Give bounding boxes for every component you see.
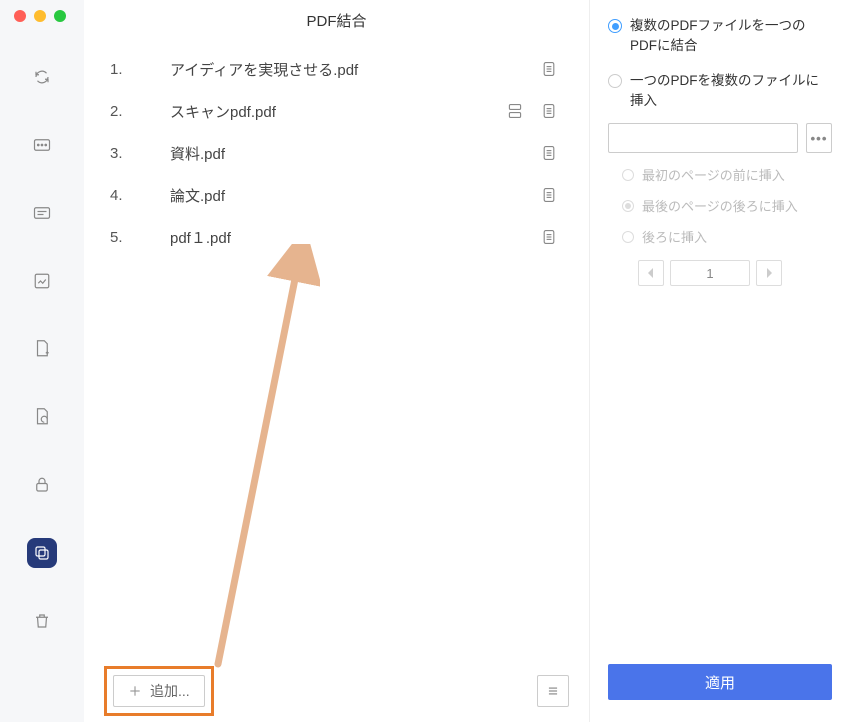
plus-icon xyxy=(128,684,142,698)
insert-before-radio[interactable]: 最初のページの前に挿入 xyxy=(608,165,832,184)
file-row[interactable]: 1. アイディアを実現させる.pdf xyxy=(104,48,569,90)
page-prev-button[interactable] xyxy=(638,260,664,286)
file-name: pdf１.pdf xyxy=(154,227,539,248)
mode-merge-radio[interactable]: 複数のPDFファイルを一つのPDFに結合 xyxy=(608,16,832,57)
radio-off-icon xyxy=(622,231,634,243)
sidebar-item-refresh[interactable] xyxy=(27,62,57,92)
sidebar-item-merge[interactable] xyxy=(27,538,57,568)
sidebar-item-ocr[interactable] xyxy=(27,130,57,160)
file-name: 資料.pdf xyxy=(154,143,539,164)
split-button[interactable] xyxy=(505,101,525,121)
radio-on-icon xyxy=(622,200,634,212)
text-icon xyxy=(33,206,51,220)
page-range-icon xyxy=(542,61,556,77)
add-button-label: 追加... xyxy=(150,681,190,701)
main-area: PDF結合 1. アイディアを実現させる.pdf 2. スキャンpdf.pdf xyxy=(84,0,590,722)
sidebar-item-text[interactable] xyxy=(27,198,57,228)
insert-after-radio[interactable]: 最後のページの後ろに挿入 xyxy=(608,196,832,215)
page-rotate-icon xyxy=(33,407,51,427)
radio-off-icon xyxy=(608,74,622,88)
insert-before-label: 最初のページの前に挿入 xyxy=(642,165,785,184)
file-name: スキャンpdf.pdf xyxy=(154,101,505,122)
chevron-right-icon xyxy=(765,268,773,278)
close-window-icon[interactable] xyxy=(14,10,26,22)
main-footer: 追加... xyxy=(84,660,589,722)
mode-merge-label: 複数のPDFファイルを一つのPDFに結合 xyxy=(630,16,832,57)
file-row[interactable]: 5. pdf１.pdf xyxy=(104,216,569,258)
page-range-icon xyxy=(542,103,556,119)
insert-after-label: 最後のページの後ろに挿入 xyxy=(642,196,798,215)
page-title: PDF結合 xyxy=(84,0,589,40)
file-number: 5. xyxy=(104,229,154,246)
list-menu-button[interactable] xyxy=(537,675,569,707)
page-range-icon xyxy=(542,145,556,161)
file-row[interactable]: 2. スキャンpdf.pdf xyxy=(104,90,569,132)
options-panel: 複数のPDFファイルを一つのPDFに結合 一つのPDFを複数のファイルに挿入 •… xyxy=(590,0,850,722)
file-row[interactable]: 3. 資料.pdf xyxy=(104,132,569,174)
radio-on-icon xyxy=(608,19,622,33)
page-number-input[interactable] xyxy=(670,260,750,286)
sidebar-item-page-rotate[interactable] xyxy=(27,402,57,432)
page-range-button[interactable] xyxy=(539,59,559,79)
page-range-button[interactable] xyxy=(539,143,559,163)
mode-insert-radio[interactable]: 一つのPDFを複数のファイルに挿入 xyxy=(608,71,832,112)
file-number: 3. xyxy=(104,145,154,162)
copy-icon xyxy=(33,544,51,562)
maximize-window-icon[interactable] xyxy=(54,10,66,22)
mode-insert-label: 一つのPDFを複数のファイルに挿入 xyxy=(630,71,832,112)
file-name: アイディアを実現させる.pdf xyxy=(154,59,539,80)
image-icon xyxy=(33,272,51,290)
page-range-button[interactable] xyxy=(539,227,559,247)
page-next-button[interactable] xyxy=(756,260,782,286)
radio-off-icon xyxy=(622,169,634,181)
file-number: 2. xyxy=(104,103,154,120)
minimize-window-icon[interactable] xyxy=(34,10,46,22)
sidebar-item-image[interactable] xyxy=(27,266,57,296)
split-icon xyxy=(507,103,523,119)
page-stepper xyxy=(608,260,832,286)
page-add-icon xyxy=(33,339,51,359)
file-number: 4. xyxy=(104,187,154,204)
window-controls xyxy=(0,10,66,22)
chevron-left-icon xyxy=(647,268,655,278)
refresh-icon xyxy=(33,68,51,86)
page-range-button[interactable] xyxy=(539,101,559,121)
insert-at-label: 後ろに挿入 xyxy=(642,227,707,246)
apply-button[interactable]: 適用 xyxy=(608,664,832,700)
insert-options: ••• 最初のページの前に挿入 最後のページの後ろに挿入 後ろに挿入 xyxy=(608,123,832,286)
page-range-icon xyxy=(542,187,556,203)
ocr-icon xyxy=(33,138,51,152)
sidebar-item-lock[interactable] xyxy=(27,470,57,500)
file-row[interactable]: 4. 論文.pdf xyxy=(104,174,569,216)
file-list: 1. アイディアを実現させる.pdf 2. スキャンpdf.pdf xyxy=(84,40,589,660)
sidebar-item-page-add[interactable] xyxy=(27,334,57,364)
file-number: 1. xyxy=(104,61,154,78)
target-path-input[interactable] xyxy=(608,123,798,153)
insert-at-radio[interactable]: 後ろに挿入 xyxy=(608,227,832,246)
browse-button[interactable]: ••• xyxy=(806,123,832,153)
add-button[interactable]: 追加... xyxy=(113,675,205,707)
trash-icon xyxy=(33,612,51,630)
sidebar-item-trash[interactable] xyxy=(27,606,57,636)
page-range-button[interactable] xyxy=(539,185,559,205)
sidebar xyxy=(0,0,84,722)
page-range-icon xyxy=(542,229,556,245)
add-button-highlight: 追加... xyxy=(104,666,214,716)
hamburger-icon xyxy=(546,684,560,698)
lock-icon xyxy=(33,476,51,494)
file-name: 論文.pdf xyxy=(154,185,539,206)
